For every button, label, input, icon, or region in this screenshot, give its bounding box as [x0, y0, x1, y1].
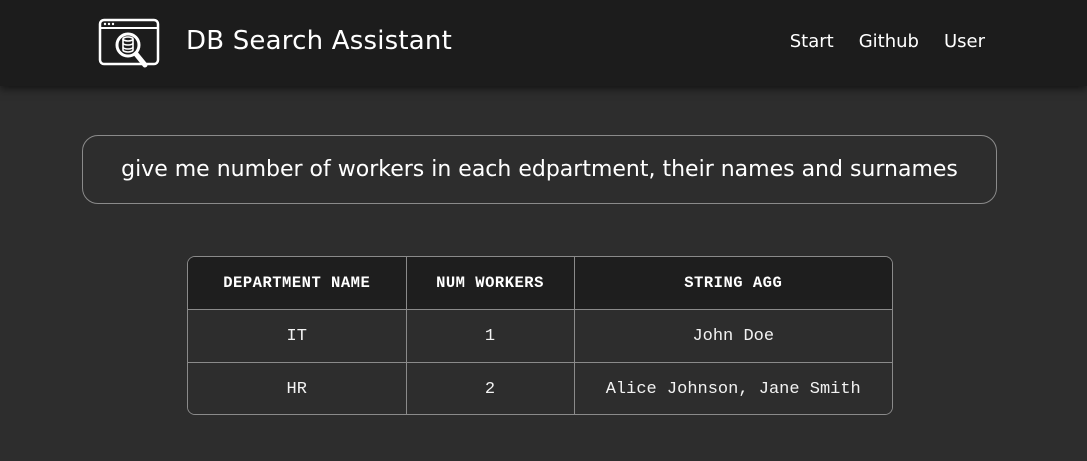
table-cell: IT	[188, 309, 407, 363]
results-table-container: DEPARTMENT NAME NUM WORKERS STRING AGG I…	[187, 256, 893, 415]
query-text: give me number of workers in each edpart…	[121, 157, 958, 182]
column-header: NUM WORKERS	[405, 257, 575, 310]
nav-link-start[interactable]: Start	[790, 31, 834, 52]
table-row: IT 1 John Doe	[188, 309, 892, 363]
query-input[interactable]: give me number of workers in each edpart…	[82, 135, 997, 204]
app-title: DB Search Assistant	[186, 26, 452, 56]
table-cell: John Doe	[573, 309, 892, 363]
column-header: STRING AGG	[573, 257, 892, 310]
table-cell: HR	[188, 362, 407, 414]
brand[interactable]: DB Search Assistant	[98, 18, 452, 72]
top-navbar: DB Search Assistant Start Github User	[0, 0, 1087, 86]
nav-link-github[interactable]: Github	[859, 31, 919, 52]
results-table: DEPARTMENT NAME NUM WORKERS STRING AGG I…	[188, 257, 892, 414]
table-cell: Alice Johnson, Jane Smith	[573, 362, 892, 414]
database-search-icon	[98, 18, 160, 68]
nav-links: Start Github User	[790, 31, 985, 52]
table-cell: 1	[405, 309, 575, 363]
nav-link-user[interactable]: User	[944, 31, 985, 52]
table-row: HR 2 Alice Johnson, Jane Smith	[188, 362, 892, 414]
table-header-row: DEPARTMENT NAME NUM WORKERS STRING AGG	[188, 257, 892, 310]
column-header: DEPARTMENT NAME	[188, 257, 407, 310]
table-cell: 2	[405, 362, 575, 414]
